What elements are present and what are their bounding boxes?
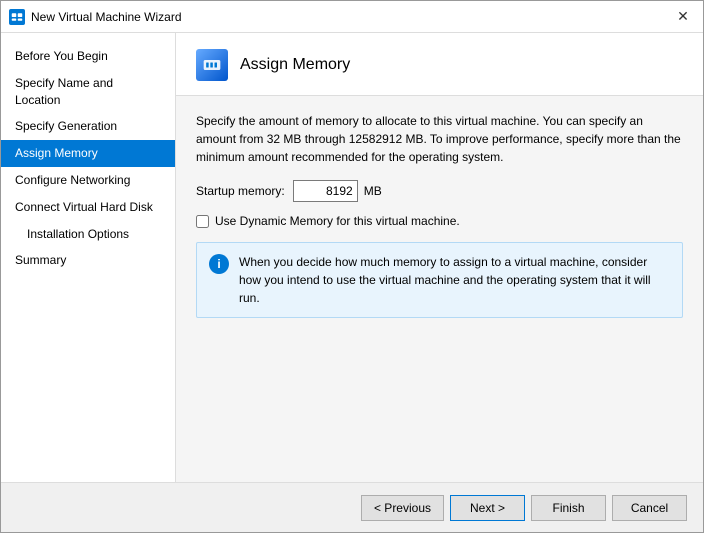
description-text: Specify the amount of memory to allocate… <box>196 112 683 166</box>
sidebar-item-specify-name[interactable]: Specify Name and Location <box>1 70 175 114</box>
title-bar: New Virtual Machine Wizard ✕ <box>1 1 703 33</box>
startup-memory-input[interactable] <box>293 180 358 202</box>
footer: < Previous Next > Finish Cancel <box>1 482 703 532</box>
info-box: i When you decide how much memory to ass… <box>196 242 683 318</box>
sidebar: Before You Begin Specify Name and Locati… <box>1 33 176 482</box>
sidebar-item-specify-generation[interactable]: Specify Generation <box>1 113 175 140</box>
startup-memory-unit: MB <box>364 184 382 198</box>
info-icon: i <box>209 254 229 274</box>
panel-header-icon <box>196 49 228 81</box>
finish-button[interactable]: Finish <box>531 495 606 521</box>
dynamic-memory-row: Use Dynamic Memory for this virtual mach… <box>196 214 683 228</box>
sidebar-item-connect-vhd[interactable]: Connect Virtual Hard Disk <box>1 194 175 221</box>
sidebar-item-summary[interactable]: Summary <box>1 247 175 274</box>
content-area: Before You Begin Specify Name and Locati… <box>1 33 703 482</box>
sidebar-item-assign-memory[interactable]: Assign Memory <box>1 140 175 167</box>
panel-body: Specify the amount of memory to allocate… <box>176 96 703 482</box>
close-button[interactable]: ✕ <box>671 7 695 27</box>
wizard-window: New Virtual Machine Wizard ✕ Before You … <box>0 0 704 533</box>
panel-header-title: Assign Memory <box>240 56 350 74</box>
sidebar-item-configure-networking[interactable]: Configure Networking <box>1 167 175 194</box>
panel-header: Assign Memory <box>176 33 703 96</box>
next-button[interactable]: Next > <box>450 495 525 521</box>
sidebar-item-installation-options[interactable]: Installation Options <box>1 221 175 248</box>
app-icon <box>9 9 25 25</box>
previous-button[interactable]: < Previous <box>361 495 444 521</box>
main-panel: Assign Memory Specify the amount of memo… <box>176 33 703 482</box>
sidebar-item-before-you-begin[interactable]: Before You Begin <box>1 43 175 70</box>
dynamic-memory-label[interactable]: Use Dynamic Memory for this virtual mach… <box>215 214 460 228</box>
info-text: When you decide how much memory to assig… <box>239 253 670 307</box>
title-bar-text: New Virtual Machine Wizard <box>31 10 671 24</box>
cancel-button[interactable]: Cancel <box>612 495 687 521</box>
startup-memory-row: Startup memory: MB <box>196 180 683 202</box>
dynamic-memory-checkbox[interactable] <box>196 215 209 228</box>
startup-memory-label: Startup memory: <box>196 184 285 198</box>
